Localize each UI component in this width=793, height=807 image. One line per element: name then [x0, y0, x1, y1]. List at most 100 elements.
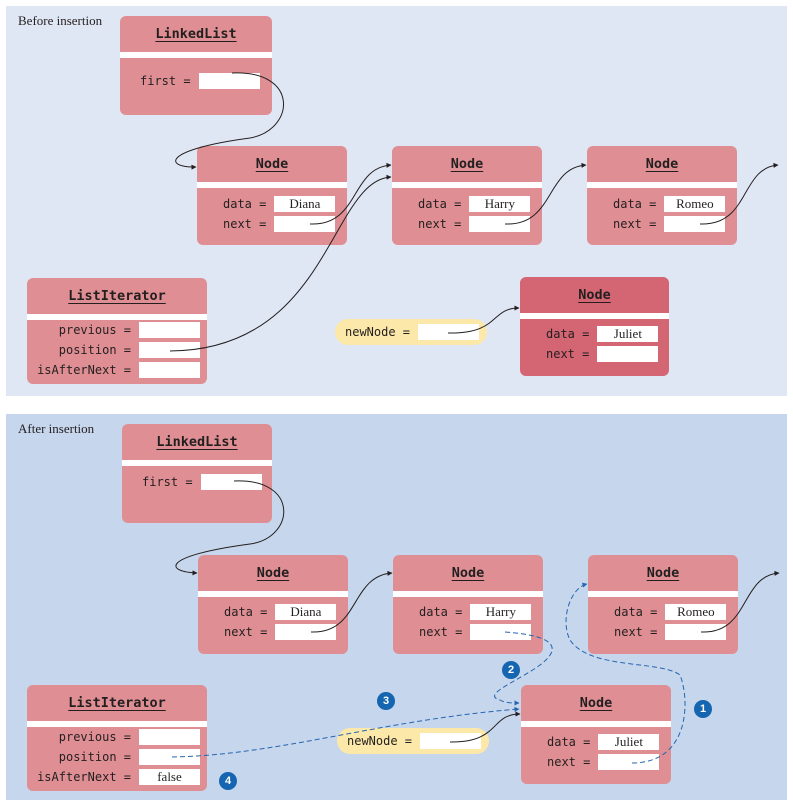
next-field: next =: [418, 215, 531, 233]
previous-value: [139, 729, 200, 745]
divider: [392, 182, 542, 188]
field-label: data =: [418, 197, 462, 211]
field-label: data =: [547, 735, 591, 749]
divider: [521, 721, 671, 727]
data-value: Harry: [469, 196, 531, 212]
linkedlist-box: LinkedList first =: [120, 16, 272, 115]
field-label: data =: [546, 327, 590, 341]
newnode-variable: newNode =: [335, 319, 487, 345]
field-label: next =: [547, 755, 591, 769]
data-field: data = Harry: [419, 603, 532, 621]
node-box-diana: Node data = Diana next =: [198, 555, 348, 654]
data-value: Diana: [275, 604, 337, 620]
previous-value: [139, 322, 200, 338]
first-field: first =: [142, 473, 262, 491]
panel-label: After insertion: [18, 421, 95, 436]
data-value: Romeo: [664, 196, 726, 212]
next-value: [275, 624, 337, 640]
data-field: data = Diana: [223, 195, 336, 213]
panel-label: Before insertion: [18, 13, 103, 28]
newnode-value: [418, 324, 480, 340]
newnode-variable: newNode =: [337, 728, 489, 754]
divider: [587, 182, 737, 188]
position-value: [139, 749, 200, 765]
step-badge-1: 1: [694, 700, 712, 718]
next-value: [598, 754, 660, 770]
next-value: [665, 624, 727, 640]
field-label: next =: [223, 217, 267, 231]
field-label: first =: [142, 475, 193, 489]
new-node-box-juliet: Node data = Juliet next =: [520, 277, 669, 376]
box-title: LinkedList: [155, 26, 237, 42]
field-label: next =: [614, 625, 658, 639]
next-value: [469, 216, 531, 232]
divider: [393, 591, 543, 597]
box-title: Node: [579, 695, 613, 711]
data-value: Romeo: [665, 604, 727, 620]
field-label: next =: [224, 625, 268, 639]
position-field: position =: [27, 341, 200, 359]
new-node-box-juliet: Node data = Juliet next =: [521, 685, 671, 784]
field-label: position =: [58, 750, 131, 764]
divider: [588, 591, 738, 597]
data-value: Harry: [470, 604, 532, 620]
step-badge-2: 2: [502, 661, 520, 679]
field-label: first =: [140, 74, 191, 88]
is-after-next-field: isAfterNext =: [27, 361, 200, 379]
first-field: first =: [140, 72, 260, 90]
box-title: Node: [255, 156, 289, 172]
divider: [27, 721, 207, 727]
previous-field: previous =: [27, 728, 200, 746]
box-title: LinkedList: [156, 434, 238, 450]
data-value: Diana: [274, 196, 336, 212]
box-title: Node: [645, 156, 679, 172]
field-label: next =: [419, 625, 463, 639]
step-badge-4: 4: [219, 772, 237, 790]
field-label: data =: [614, 605, 658, 619]
divider: [27, 314, 207, 320]
position-field: position =: [27, 748, 200, 766]
box-title: Node: [646, 565, 680, 581]
box-title: Node: [578, 287, 611, 303]
next-field: next =: [419, 623, 532, 641]
variable-label: newNode =: [347, 734, 413, 748]
next-field: next =: [614, 623, 727, 641]
divider: [122, 460, 272, 466]
next-value: [274, 216, 336, 232]
data-field: data = Romeo: [614, 603, 727, 621]
data-field: data = Juliet: [546, 325, 659, 343]
next-field: next =: [547, 753, 660, 771]
previous-field: previous =: [27, 321, 200, 339]
linkedlist-box: LinkedList first =: [122, 424, 272, 523]
next-field: next =: [223, 215, 336, 233]
is-after-next-field: isAfterNext = false: [27, 768, 200, 786]
field-label: data =: [224, 605, 268, 619]
box-title: Node: [450, 156, 484, 172]
box-title: Node: [256, 565, 290, 581]
node-box-diana: Node data = Diana next =: [197, 146, 347, 245]
listiterator-box: ListIterator previous = position = isAft…: [27, 685, 207, 791]
first-value: [200, 474, 262, 490]
field-label: isAfterNext =: [37, 363, 131, 377]
field-label: position =: [58, 343, 131, 357]
field-label: next =: [613, 217, 657, 231]
listiterator-box: ListIterator previous = position = isAft…: [27, 278, 207, 384]
field-label: next =: [418, 217, 462, 231]
variable-label: newNode =: [345, 325, 411, 339]
field-label: previous =: [58, 323, 131, 337]
is-after-next-value: false: [139, 769, 200, 785]
data-field: data = Diana: [224, 603, 337, 621]
data-field: data = Romeo: [613, 195, 726, 213]
field-label: previous =: [58, 730, 131, 744]
step-badge-3: 3: [377, 692, 395, 710]
divider: [520, 313, 669, 319]
field-label: data =: [223, 197, 267, 211]
divider: [197, 182, 347, 188]
node-box-harry: Node data = Harry next =: [392, 146, 542, 245]
box-title: ListIterator: [68, 695, 166, 711]
next-value: [597, 346, 659, 362]
node-box-romeo: Node data = Romeo next =: [587, 146, 737, 245]
is-after-next-value: [139, 362, 200, 378]
field-label: isAfterNext =: [37, 770, 131, 784]
first-value: [198, 73, 260, 89]
